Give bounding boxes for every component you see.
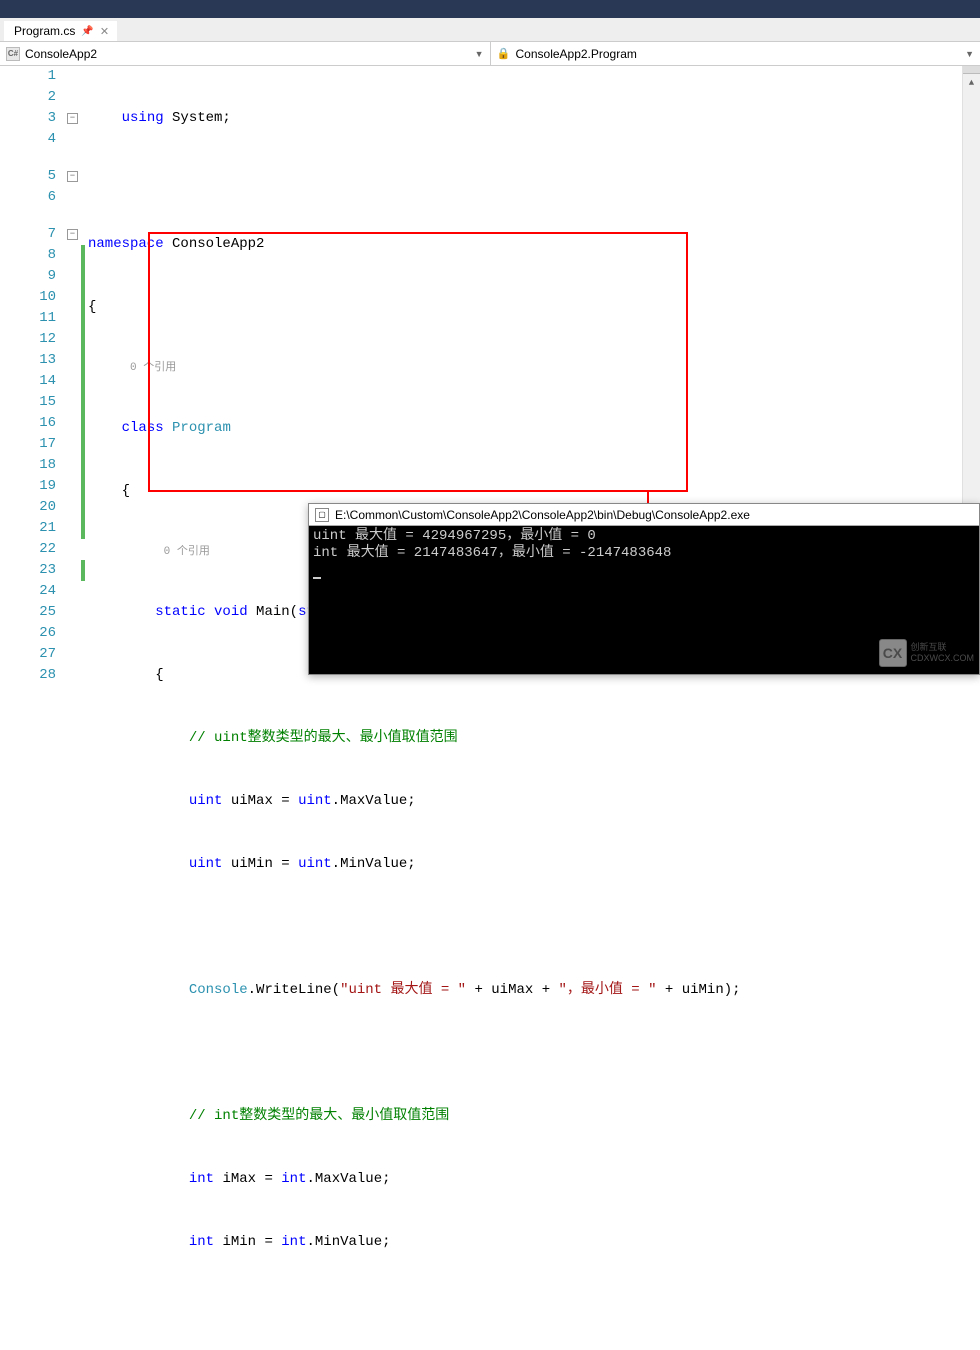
fold-toggle[interactable]: − (67, 229, 78, 240)
pin-icon[interactable]: 📌 (81, 26, 93, 37)
fold-toggle[interactable]: − (67, 171, 78, 182)
nav-member-dropdown[interactable]: 🔒 ConsoleApp2.Program ▼ (491, 42, 980, 65)
console-titlebar[interactable]: ▢ E:\Common\Custom\ConsoleApp2\ConsoleAp… (309, 504, 979, 526)
splitter-handle[interactable] (963, 66, 980, 74)
nav-scope-text: ConsoleApp2 (25, 47, 97, 61)
line-number-gutter: 1234 56 78910111213141516171819202122232… (0, 66, 64, 675)
navigation-bar: C# ConsoleApp2 ▼ 🔒 ConsoleApp2.Program ▼ (0, 42, 980, 66)
lock-icon: 🔒 (497, 47, 511, 61)
csharp-icon: C# (6, 47, 20, 61)
scroll-up-icon[interactable]: ▲ (963, 74, 980, 92)
watermark: CX 创新互联CDXWCX.COM (879, 639, 975, 667)
close-icon[interactable]: ✕ (100, 25, 109, 38)
codelens-references[interactable]: 0 个引用 (130, 358, 176, 379)
window-titlebar (0, 0, 980, 18)
nav-scope-dropdown[interactable]: C# ConsoleApp2 ▼ (0, 42, 491, 65)
codelens-references[interactable]: 0 个引用 (164, 542, 210, 563)
document-tabstrip: Program.cs 📌 ✕ (0, 18, 980, 42)
chevron-down-icon: ▼ (475, 49, 484, 59)
tab-label: Program.cs (14, 24, 75, 38)
console-title-text: E:\Common\Custom\ConsoleApp2\ConsoleApp2… (335, 508, 750, 522)
tab-program-cs[interactable]: Program.cs 📌 ✕ (4, 21, 117, 41)
fold-toggle[interactable]: − (67, 113, 78, 124)
app-icon: ▢ (315, 508, 329, 522)
text-cursor (313, 577, 321, 579)
nav-member-text: ConsoleApp2.Program (516, 47, 637, 61)
console-body: uint 最大值 = 4294967295，最小值 = 0 int 最大值 = … (309, 526, 979, 581)
watermark-logo: CX (879, 639, 907, 667)
chevron-down-icon: ▼ (965, 49, 974, 59)
folding-margin: − − − (64, 66, 84, 675)
